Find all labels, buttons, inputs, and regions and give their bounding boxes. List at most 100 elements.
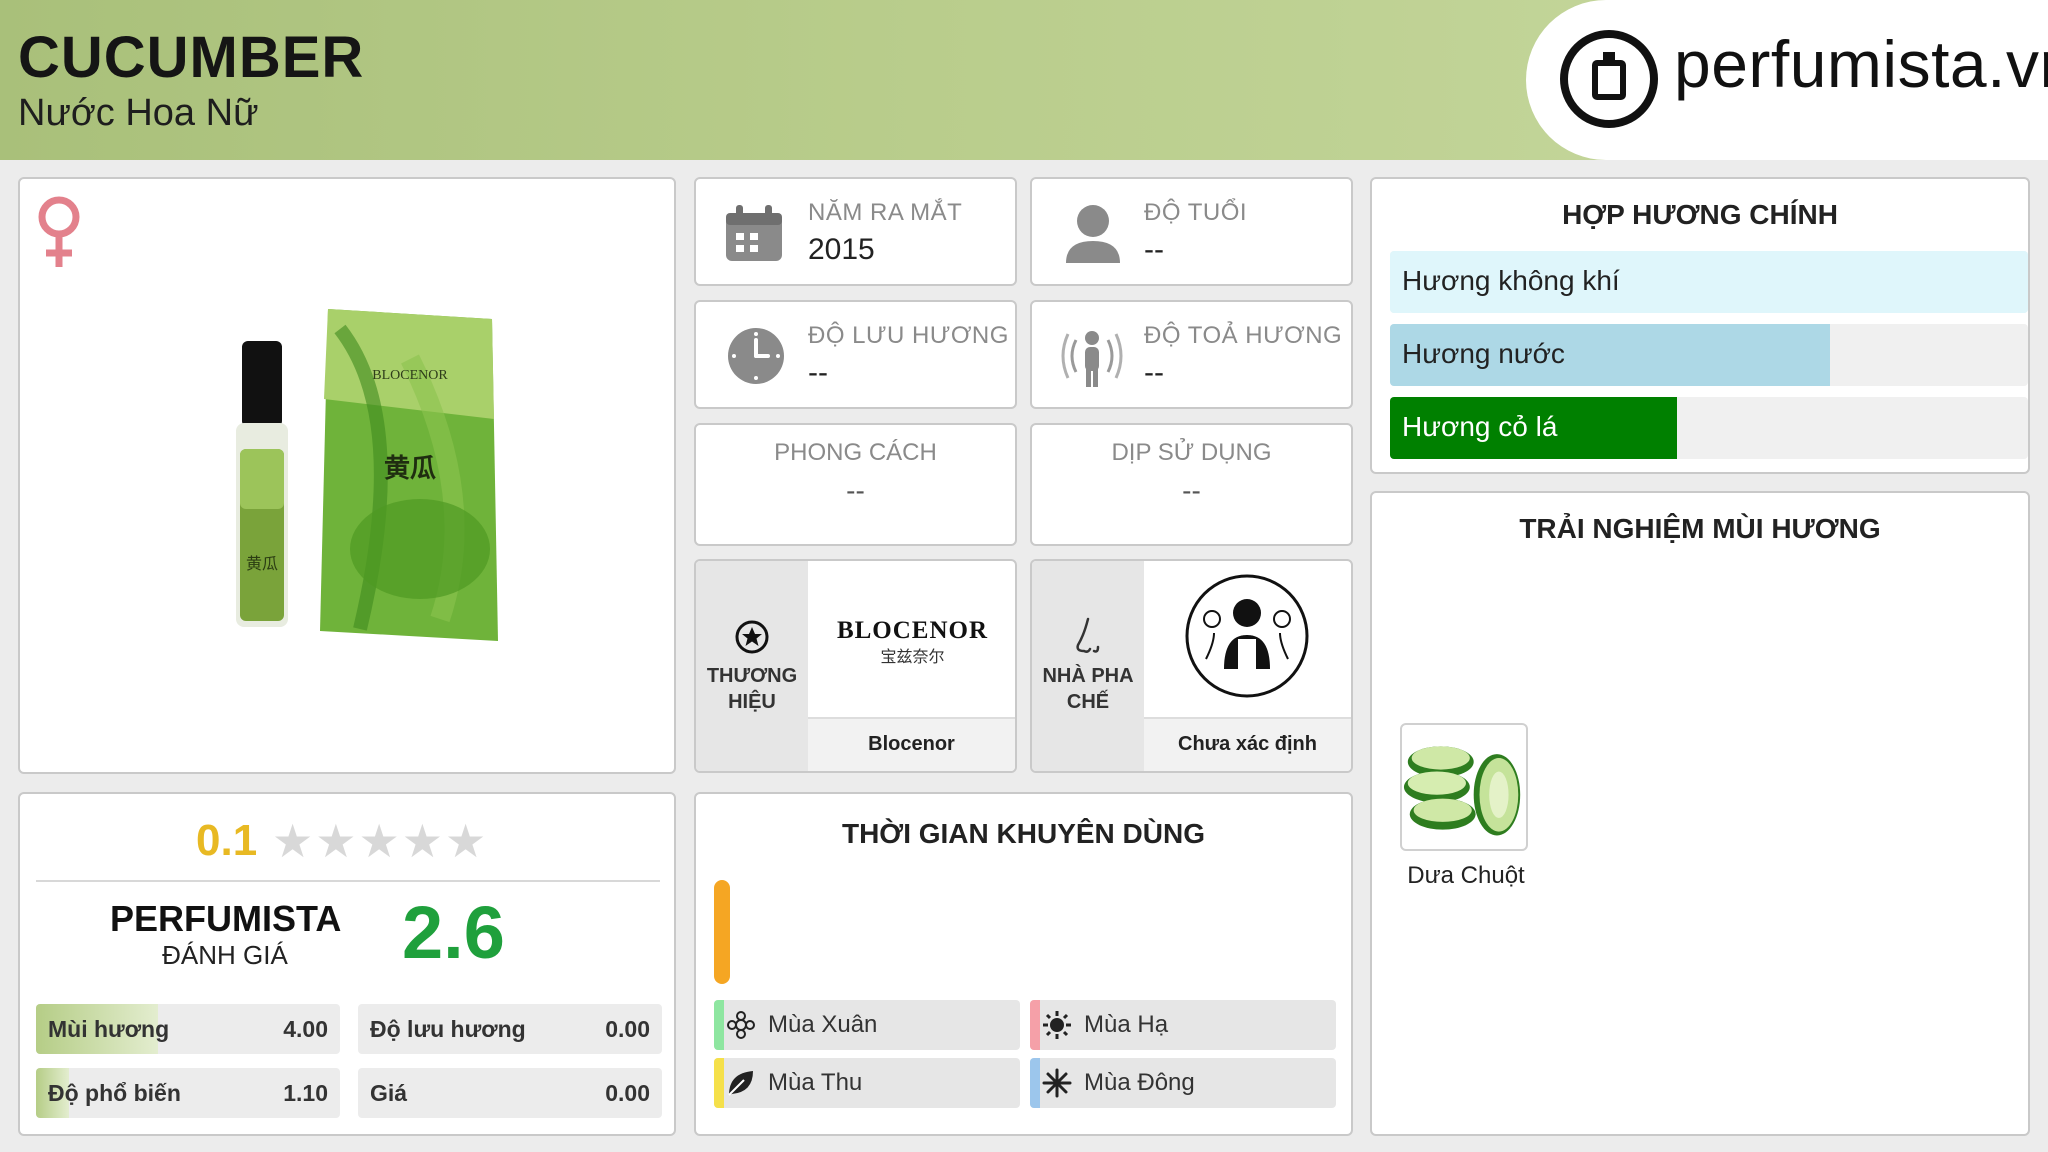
season-color-edge xyxy=(1030,1000,1040,1050)
brand-side: THƯƠNG HIỆU xyxy=(696,561,808,771)
brand-label: THƯƠNG HIỆU xyxy=(706,665,798,713)
sun-icon xyxy=(1043,1011,1071,1039)
style-label: PHONG CÁCH xyxy=(774,439,937,466)
rating-metric-bar: Độ lưu hương 0.00 xyxy=(358,1004,662,1054)
release-year-value: 2015 xyxy=(808,233,875,266)
svg-text:黄瓜: 黄瓜 xyxy=(384,454,436,483)
occasion-tile: DỊP SỬ DỤNG -- xyxy=(1030,423,1353,546)
season-label: Mùa Xuân xyxy=(768,1011,878,1038)
note-item[interactable]: Dưa Chuột xyxy=(1400,723,1532,890)
rating-panel: 0.1 ★★★★★ PERFUMISTA ĐÁNH GIÁ 2.6 Mùi hư… xyxy=(18,792,676,1136)
rating-metric-label: Độ lưu hương xyxy=(370,1016,526,1042)
perfumista-sublabel: ĐÁNH GIÁ xyxy=(162,940,288,970)
rating-metric-label: Giá xyxy=(370,1080,408,1106)
age-tile: ĐỘ TUỔI -- xyxy=(1030,177,1353,286)
longevity-value: -- xyxy=(808,356,828,389)
season-label: Mùa Thu xyxy=(768,1069,863,1096)
note-name: Dưa Chuột xyxy=(1407,862,1525,889)
star-icon[interactable]: ★ xyxy=(445,815,488,867)
flower-icon xyxy=(727,1011,755,1039)
perfumer-card[interactable]: NHÀ PHA CHẾ Chưa xác định xyxy=(1030,559,1353,773)
leaf-icon xyxy=(728,1071,753,1096)
star-icon[interactable]: ★ xyxy=(272,815,315,867)
star-rating[interactable]: ★★★★★ xyxy=(272,814,488,868)
calendar-icon xyxy=(726,205,782,261)
style-value: -- xyxy=(846,475,865,506)
accord-label: Hương cỏ lá xyxy=(1402,411,1558,442)
perfume-subtitle: Nước Hoa Nữ xyxy=(18,92,259,134)
rating-metric-value: 1.10 xyxy=(283,1080,328,1106)
rating-metric-value: 0.00 xyxy=(605,1016,650,1042)
rating-metric-label: Mùi hương xyxy=(48,1016,170,1042)
accord-bar: Hương không khí xyxy=(1390,251,2028,313)
cucumber-image xyxy=(1400,723,1528,851)
divider xyxy=(36,880,660,882)
product-image: 黄瓜 BLOCENOR 黄瓜 xyxy=(236,309,498,641)
brand-logo: BLOCENOR 宝兹奈尔 xyxy=(808,617,1015,667)
header: CUCUMBER Nước Hoa Nữ perfumista.vn xyxy=(0,0,2048,160)
sillage-label: ĐỘ TOẢ HƯƠNG xyxy=(1144,322,1343,349)
main-accords-title: HỢP HƯƠNG CHÍNH xyxy=(1562,199,1838,230)
perfumer-avatar xyxy=(1185,574,1309,698)
age-label: ĐỘ TUỔI xyxy=(1144,199,1248,226)
svg-text:BLOCENOR: BLOCENOR xyxy=(372,368,448,383)
star-circle-icon xyxy=(735,620,769,654)
accord-label: Hương nước xyxy=(1402,338,1565,369)
season-label: Mùa Đông xyxy=(1084,1069,1195,1096)
time-indicator-bar xyxy=(714,880,730,984)
rating-metric-bar: Giá 0.00 xyxy=(358,1068,662,1118)
season-color-edge xyxy=(714,1000,724,1050)
longevity-label: ĐỘ LƯU HƯƠNG xyxy=(808,322,1009,349)
person-icon xyxy=(1066,205,1120,263)
season-color-edge xyxy=(1030,1058,1040,1108)
star-icon[interactable]: ★ xyxy=(402,815,445,867)
experience-title: TRẢI NGHIỆM MÙI HƯƠNG xyxy=(1519,513,1881,544)
sillage-value: -- xyxy=(1144,356,1164,389)
perfume-bottle-logo-icon xyxy=(1560,30,1658,128)
perfume-title: CUCUMBER xyxy=(18,25,365,90)
radiating-person-icon xyxy=(1061,331,1123,387)
release-year-tile: NĂM RA MẮT 2015 xyxy=(694,177,1017,286)
perfumista-score: 2.6 xyxy=(402,891,505,974)
main-accords-panel: HỢP HƯƠNG CHÍNH Hương không khí Hương nướ… xyxy=(1370,177,2030,474)
svg-text:黄瓜: 黄瓜 xyxy=(246,555,278,573)
season-item: Mùa Hạ xyxy=(1030,1000,1336,1050)
rating-metric-label: Độ phổ biến xyxy=(48,1080,181,1106)
user-rating-score: 0.1 xyxy=(196,816,258,865)
star-icon[interactable]: ★ xyxy=(315,815,358,867)
season-item: Mùa Xuân xyxy=(714,1000,1020,1050)
perfumer-name[interactable]: Chưa xác định xyxy=(1144,717,1351,771)
release-year-label: NĂM RA MẮT xyxy=(808,199,963,226)
female-icon xyxy=(38,196,80,267)
brand-logo-text: BLOCENOR xyxy=(836,617,989,644)
clock-icon xyxy=(728,328,784,384)
season-color-edge xyxy=(714,1058,724,1108)
nose-icon xyxy=(1076,617,1100,653)
brand-card[interactable]: THƯƠNG HIỆU BLOCENOR 宝兹奈尔 Blocenor xyxy=(694,559,1017,773)
snowflake-icon xyxy=(1042,1068,1072,1098)
occasion-label: DỊP SỬ DỤNG xyxy=(1111,439,1272,466)
rating-metric-bar: Mùi hương 4.00 xyxy=(36,1004,340,1054)
brand-logo-cn: 宝兹奈尔 xyxy=(880,649,945,666)
accord-label: Hương không khí xyxy=(1402,265,1620,296)
brand-name[interactable]: Blocenor xyxy=(808,717,1015,771)
experience-panel: TRẢI NGHIỆM MÙI HƯƠNG Dưa Chuột xyxy=(1370,491,2030,1136)
site-name: perfumista.vn xyxy=(1674,27,2048,101)
perfumista-label: PERFUMISTA xyxy=(110,898,342,939)
rating-metric-value: 4.00 xyxy=(283,1016,328,1042)
rating-metric-bar: Độ phổ biến 1.10 xyxy=(36,1068,340,1118)
season-item: Mùa Thu xyxy=(714,1058,1020,1108)
style-tile: PHONG CÁCH -- xyxy=(694,423,1017,546)
recommended-time-title: THỜI GIAN KHUYÊN DÙNG xyxy=(841,818,1205,849)
accord-bar: Hương nước xyxy=(1390,324,2028,386)
accord-bar: Hương cỏ lá xyxy=(1390,397,2028,459)
perfumer-side: NHÀ PHA CHẾ xyxy=(1032,561,1144,771)
perfumer-label: NHÀ PHA CHẾ xyxy=(1042,665,1134,713)
perfumista-rating-label: PERFUMISTA ĐÁNH GIÁ xyxy=(110,898,342,971)
recommended-time-panel: THỜI GIAN KHUYÊN DÙNG Mùa Xuân Mùa Hạ Mùa … xyxy=(694,792,1353,1136)
season-item: Mùa Đông xyxy=(1030,1058,1336,1108)
site-logo[interactable]: perfumista.vn xyxy=(1526,0,2048,160)
star-icon[interactable]: ★ xyxy=(359,815,402,867)
sillage-tile: ĐỘ TOẢ HƯƠNG -- xyxy=(1030,300,1353,409)
product-image-panel: 黄瓜 BLOCENOR 黄瓜 xyxy=(18,177,676,774)
